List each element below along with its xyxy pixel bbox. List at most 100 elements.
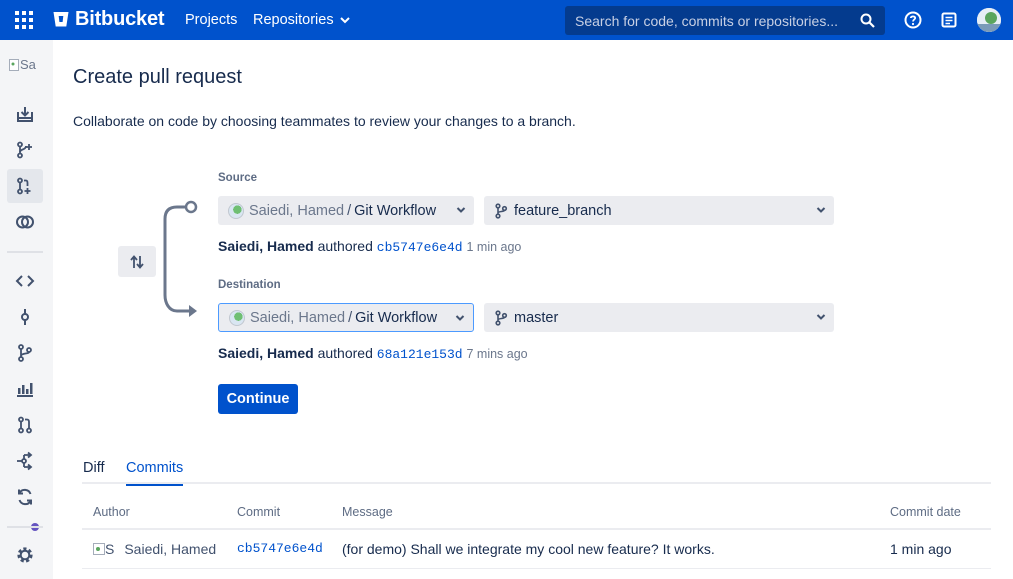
flow-connector-icon [163, 200, 198, 317]
sidebar-item-forks[interactable] [7, 444, 43, 478]
broken-image-icon [93, 543, 105, 555]
compare-icon [16, 215, 34, 229]
sidebar-item-create-branch[interactable] [7, 133, 43, 167]
tab-diff[interactable]: Diff [83, 460, 105, 484]
search-box [565, 6, 885, 35]
table-header-divider [82, 528, 991, 530]
user-avatar[interactable] [977, 8, 1001, 32]
chevron-down-icon [455, 315, 465, 321]
chevron-down-icon [339, 16, 350, 23]
destination-commit-info: Saiedi, Hamed authored 68a121e153d 7 min… [218, 345, 528, 362]
destination-branch-select[interactable]: master [484, 303, 834, 332]
nav-repositories[interactable]: Repositories [253, 12, 350, 28]
sidebar-item-pipelines[interactable] [7, 480, 43, 514]
sidebar-item-code[interactable] [7, 264, 43, 298]
app-switcher-icon[interactable] [15, 11, 33, 29]
pipelines-icon [18, 488, 32, 506]
sidebar-item-compare[interactable] [7, 205, 43, 239]
sidebar-item-insights[interactable] [7, 372, 43, 406]
path-separator: / [347, 202, 352, 219]
table-row-divider [82, 568, 991, 569]
destination-author: Saiedi, Hamed [218, 345, 314, 361]
source-repo: Git Workflow [354, 202, 437, 219]
nav-repositories-label: Repositories [253, 12, 334, 28]
download-tray-icon [17, 107, 33, 122]
sidebar-divider-bottom [7, 526, 43, 528]
source-commit-time: 1 min ago [466, 240, 522, 254]
source-repository-select[interactable]: Saiedi, Hamed / Git Workflow [218, 196, 474, 225]
swap-arrows-icon [130, 254, 144, 269]
destination-owner: Saiedi, Hamed [250, 309, 346, 326]
destination-label: Destination [218, 279, 281, 291]
top-navigation: Bitbucket Projects Repositories [0, 0, 1013, 40]
logo-text: Bitbucket [75, 8, 165, 30]
nav-projects[interactable]: Projects [185, 12, 237, 28]
authored-text: authored [317, 238, 373, 254]
destination-branch: master [514, 309, 559, 326]
bitbucket-bucket-icon [53, 12, 69, 27]
chevron-down-icon [816, 207, 826, 213]
commit-author: Saiedi, Hamed [124, 541, 217, 557]
repo-avatar-icon [228, 202, 244, 219]
repo-avatar-icon [229, 309, 245, 326]
continue-button[interactable]: Continue [218, 384, 298, 414]
swap-branches-button[interactable] [118, 246, 156, 277]
branch-icon [495, 309, 508, 326]
inbox-icon[interactable] [940, 11, 958, 29]
destination-repo: Git Workflow [355, 309, 438, 326]
commit-date: 1 min ago [890, 541, 952, 557]
source-commit-info: Saiedi, Hamed authored cb5747e6e4d 1 min… [218, 238, 521, 255]
tab-commits[interactable]: Commits [126, 460, 184, 486]
bitbucket-logo[interactable]: Bitbucket [53, 8, 165, 31]
destination-repository-select[interactable]: Saiedi, Hamed / Git Workflow [218, 303, 474, 332]
repository-avatar[interactable]: Sa [9, 57, 36, 72]
sidebar-item-source[interactable] [7, 97, 43, 131]
gear-icon [17, 547, 33, 563]
tab-bar: Diff Commits [82, 460, 991, 486]
author-avatar-alt: S [105, 541, 115, 557]
broken-image-icon [9, 58, 19, 71]
main-content: Create pull request Collaborate on code … [53, 40, 1013, 579]
search-icon[interactable] [860, 13, 875, 31]
sidebar-divider [7, 251, 43, 253]
code-icon [15, 275, 35, 287]
chevron-down-icon [456, 207, 466, 213]
branches-icon [18, 344, 32, 362]
branch-add-icon [17, 141, 32, 159]
sidebar-item-branches[interactable] [7, 336, 43, 370]
column-header-message[interactable]: Message [342, 505, 393, 519]
pull-request-add-icon [17, 177, 31, 195]
path-separator: / [348, 309, 353, 326]
commit-hash-link[interactable]: cb5747e6e4d [237, 541, 323, 556]
column-header-commit-date[interactable]: Commit date [890, 505, 961, 519]
repository-avatar-alt: Sa [20, 57, 36, 72]
help-icon[interactable] [904, 11, 922, 29]
column-header-author[interactable]: Author [93, 505, 130, 519]
search-input[interactable] [565, 6, 855, 35]
destination-commit-hash[interactable]: 68a121e153d [377, 347, 463, 362]
commit-message: (for demo) Shall we integrate my cool ne… [342, 541, 715, 557]
page-title: Create pull request [73, 66, 242, 88]
destination-commit-time: 7 mins ago [466, 347, 528, 361]
sidebar-item-commits[interactable] [7, 300, 43, 334]
page-description: Collaborate on code by choosing teammate… [73, 113, 576, 129]
authored-text: authored [317, 345, 373, 361]
project-sidebar: Sa [0, 40, 53, 579]
column-header-commit[interactable]: Commit [237, 505, 280, 519]
sidebar-item-create-pull-request[interactable] [7, 169, 43, 203]
branch-icon [495, 202, 508, 219]
commit-author-cell: S Saiedi, Hamed [93, 541, 216, 557]
source-commit-hash[interactable]: cb5747e6e4d [377, 240, 463, 255]
sidebar-item-settings[interactable] [7, 538, 43, 572]
pull-request-icon [18, 416, 32, 434]
sidebar-item-pull-requests[interactable] [7, 408, 43, 442]
source-owner: Saiedi, Hamed [249, 202, 345, 219]
chevron-down-icon [816, 314, 826, 320]
fork-arrow-icon [17, 451, 33, 471]
source-branch-select[interactable]: feature_branch [484, 196, 834, 225]
source-label: Source [218, 172, 257, 184]
commit-icon [21, 309, 29, 325]
bar-chart-icon [17, 383, 33, 397]
source-branch: feature_branch [514, 202, 612, 219]
source-author: Saiedi, Hamed [218, 238, 314, 254]
